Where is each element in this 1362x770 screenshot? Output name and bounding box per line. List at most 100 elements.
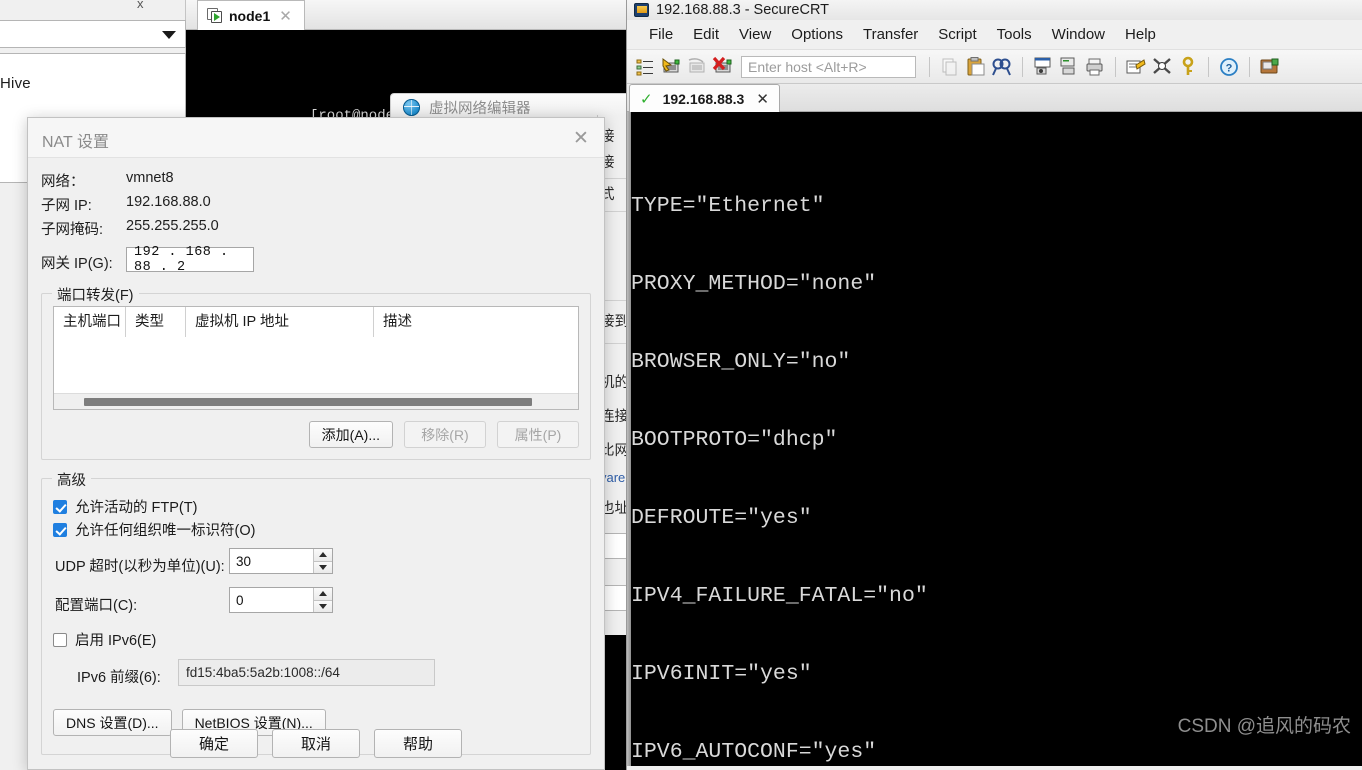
connected-check-icon: ✓ <box>640 90 653 108</box>
ipv6-prefix-input[interactable]: fd15:4ba5:5a2b:1008::/64 <box>178 659 435 686</box>
add-button[interactable]: 添加(A)... <box>308 421 393 448</box>
menu-transfer[interactable]: Transfer <box>853 24 928 45</box>
help-icon[interactable]: ? <box>1218 56 1240 78</box>
subnet-ip-label: 子网 IP: <box>41 198 92 214</box>
securecrt-window: 192.168.88.3 - SecureCRT File Edit View … <box>626 0 1362 770</box>
config-port-label: 配置端口(C): <box>55 598 138 614</box>
connect-icon[interactable] <box>660 56 682 78</box>
network-label: 网络： <box>41 174 85 190</box>
gateway-ip-label: 网关 IP(G): <box>41 256 113 272</box>
column-type[interactable]: 类型 <box>126 307 186 337</box>
udp-timeout-stepper[interactable]: 30 <box>229 548 333 574</box>
terminal-line: TYPE="Ethernet" <box>631 194 825 218</box>
close-icon[interactable]: x <box>137 0 144 11</box>
allow-any-oui-label: 允许任何组织唯一标识符(O) <box>75 523 256 539</box>
print-icon[interactable] <box>1084 56 1106 78</box>
config-port-decrement[interactable] <box>314 599 332 612</box>
remove-button: 移除(R) <box>404 421 486 448</box>
hive-label: Hive <box>0 75 31 92</box>
find-icon[interactable] <box>991 56 1013 78</box>
advanced-legend: 高级 <box>52 469 91 490</box>
allow-active-ftp-row[interactable]: 允许活动的 FTP(T) <box>53 495 579 518</box>
paste-icon[interactable] <box>965 56 987 78</box>
column-description[interactable]: 描述 <box>374 307 574 337</box>
menu-window[interactable]: Window <box>1042 24 1115 45</box>
udp-timeout-value[interactable]: 30 <box>230 549 313 573</box>
config-port-stepper[interactable]: 0 <box>229 587 333 613</box>
gateway-ip-input[interactable]: 192 . 168 . 88 . 2 <box>126 245 254 275</box>
allow-active-ftp-label: 允许活动的 FTP(T) <box>75 500 198 516</box>
advanced-group: 高级 允许活动的 FTP(T) 允许任何组织唯一标识符(O) UDP 超时(以秒… <box>41 469 591 755</box>
globe-icon <box>403 98 420 116</box>
session-manager-icon[interactable] <box>634 56 656 78</box>
allow-any-oui-checkbox[interactable] <box>53 522 67 537</box>
table-header-row: 主机端口 类型 虚拟机 IP 地址 描述 <box>54 307 578 337</box>
screen-capture-icon[interactable] <box>1259 56 1281 78</box>
securecrt-session-tab[interactable]: ✓ 192.168.88.3 ✕ <box>629 84 780 112</box>
port-forwarding-table[interactable]: 主机端口 类型 虚拟机 IP 地址 描述 <box>53 306 579 410</box>
log-session-icon[interactable] <box>1032 56 1054 78</box>
config-port-row: 配置端口(C): 0 <box>53 587 579 619</box>
column-host-port[interactable]: 主机端口 <box>54 307 126 337</box>
disconnect-icon[interactable] <box>712 56 734 78</box>
cancel-button[interactable]: 取消 <box>272 728 360 758</box>
reconnect-icon[interactable] <box>686 56 708 78</box>
vmware-tab-strip: node1 ✕ <box>186 0 626 30</box>
vmware-dropdown[interactable] <box>0 20 186 48</box>
enable-ipv6-row[interactable]: 启用 IPv6(E) <box>53 628 579 651</box>
help-button[interactable]: 帮助 <box>374 728 462 758</box>
terminal-line: IPV4_FAILURE_FATAL="no" <box>631 584 928 608</box>
vmware-tab-node1[interactable]: node1 ✕ <box>197 0 305 30</box>
subnet-mask-label: 子网掩码: <box>41 222 104 238</box>
subnet-mask-value: 255.255.255.0 <box>126 218 219 234</box>
port-forwarding-legend: 端口转发(F) <box>52 284 139 305</box>
ok-button[interactable]: 确定 <box>170 728 258 758</box>
terminal-output[interactable]: TYPE="Ethernet" PROXY_METHOD="none" BROW… <box>627 112 1362 766</box>
config-port-value[interactable]: 0 <box>230 588 313 612</box>
menu-file[interactable]: File <box>639 24 683 45</box>
terminal-line: BOOTPROTO="dhcp" <box>631 428 838 452</box>
options-icon[interactable] <box>1151 56 1173 78</box>
dialog-title-bar: NAT 设置 ✕ <box>28 118 604 158</box>
udp-timeout-increment[interactable] <box>314 549 332 561</box>
menu-tools[interactable]: Tools <box>987 24 1042 45</box>
config-port-increment[interactable] <box>314 588 332 600</box>
scrollbar-thumb[interactable] <box>84 398 532 406</box>
vm-play-icon <box>207 8 222 23</box>
host-input[interactable]: Enter host <Alt+R> <box>741 55 916 78</box>
menu-edit[interactable]: Edit <box>683 24 729 45</box>
svg-text:?: ? <box>1226 62 1233 74</box>
copy-icon[interactable] <box>939 56 961 78</box>
udp-timeout-label: UDP 超时(以秒为单位)(U): <box>55 559 225 575</box>
column-vm-ip[interactable]: 虚拟机 IP 地址 <box>186 307 374 337</box>
securecrt-toolbar: Enter host <Alt+R> ? <box>627 50 1362 84</box>
terminal-line: IPV6INIT="yes" <box>631 662 812 686</box>
close-icon[interactable]: ✕ <box>279 7 292 25</box>
nat-settings-dialog: NAT 设置 ✕ 网络： vmnet8 子网 IP: 192.168.88.0 … <box>27 117 605 770</box>
menu-view[interactable]: View <box>729 24 781 45</box>
key-icon[interactable] <box>1177 56 1199 78</box>
terminal-line: IPV6_AUTOCONF="yes" <box>631 740 877 764</box>
chevron-down-icon <box>162 31 176 39</box>
ipv6-prefix-label: IPv6 前缀(6): <box>77 670 161 686</box>
network-value: vmnet8 <box>126 170 174 186</box>
allow-active-ftp-checkbox[interactable] <box>53 499 67 514</box>
properties-button: 属性(P) <box>497 421 579 448</box>
horizontal-scrollbar[interactable] <box>54 393 578 409</box>
subnet-mask-row: 子网掩码: 255.255.255.0 <box>41 218 591 242</box>
close-icon[interactable]: ✕ <box>568 126 594 150</box>
dialog-title: NAT 设置 <box>42 134 109 151</box>
port-forwarding-group: 端口转发(F) 主机端口 类型 虚拟机 IP 地址 描述 添加(A)... 移除… <box>41 284 591 460</box>
udp-timeout-row: UDP 超时(以秒为单位)(U): 30 <box>53 548 579 580</box>
menu-options[interactable]: Options <box>781 24 853 45</box>
print-screen-icon[interactable] <box>1058 56 1080 78</box>
close-icon[interactable]: ✕ <box>756 90 769 108</box>
gateway-ip-row: 网关 IP(G): 192 . 168 . 88 . 2 <box>41 245 591 277</box>
allow-any-oui-row[interactable]: 允许任何组织唯一标识符(O) <box>53 518 579 541</box>
subnet-ip-row: 子网 IP: 192.168.88.0 <box>41 194 591 218</box>
properties-icon[interactable] <box>1125 56 1147 78</box>
menu-help[interactable]: Help <box>1115 24 1166 45</box>
menu-script[interactable]: Script <box>928 24 986 45</box>
udp-timeout-decrement[interactable] <box>314 560 332 573</box>
enable-ipv6-checkbox[interactable] <box>53 632 67 647</box>
